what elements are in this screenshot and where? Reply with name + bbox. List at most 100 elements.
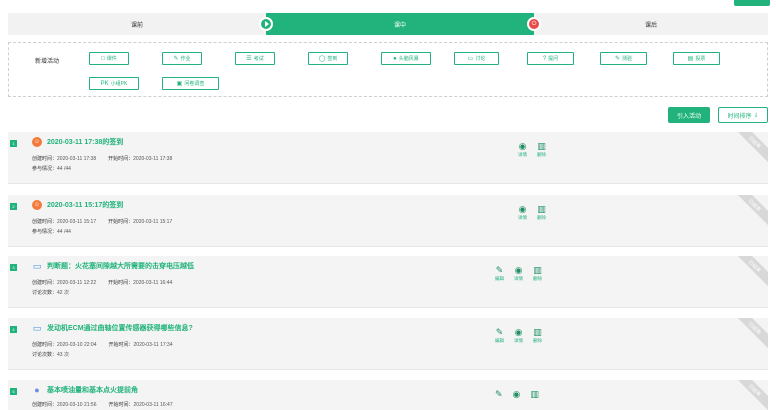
discussion-icon: ▭ [32, 322, 42, 333]
edit-button[interactable]: ✎ 编辑 [495, 266, 504, 282]
delete-label: 删除 [533, 276, 542, 281]
edit-button[interactable]: ✎ 编辑 [495, 328, 504, 344]
exam-button[interactable]: ☰ 考试 [235, 52, 275, 65]
detail-button[interactable]: ◉ [513, 390, 521, 399]
discussion-icon: ▭ [467, 55, 474, 62]
detail-button[interactable]: ◉ 详情 [514, 328, 523, 344]
classroom-activity-page: 课前 课中 ⏻ 课后 新增活动 □ 课件 ✎ 作业 ☰ 考试 ◯ 签到 ● 头脑风暴 ▭ 讨… [0, 0, 776, 410]
quiz-button[interactable]: ✎ 测验 [600, 52, 647, 65]
trash-icon: ▥ [537, 204, 546, 214]
card-title[interactable]: 判断题：火花塞间隙越大所需要的击穿电压越低 [47, 261, 194, 271]
card-title[interactable]: 2020-03-11 15:17的签到 [47, 200, 123, 210]
detail-button[interactable]: ◉ 详情 [514, 266, 523, 282]
start-time: 2020-03-11 15:17 [133, 219, 173, 225]
created-time: 2020-03-11 17:38 [57, 156, 97, 162]
pk-button[interactable]: PK 小组PK [89, 77, 139, 90]
start-label: 开始时间： [108, 342, 134, 348]
tab-before-label: 课前 [130, 22, 143, 29]
activity-card: 2 ☺ 2020-03-11 15:17的签到 创建时间：2020-03-11 … [8, 195, 768, 247]
sign-in-icon: ☺ [32, 200, 42, 210]
delete-button[interactable]: ▥ [530, 390, 539, 399]
power-icon[interactable]: ⏻ [527, 17, 541, 31]
courseware-button[interactable]: □ 课件 [89, 52, 129, 65]
sort-icon: ⇃ [753, 112, 759, 119]
quiz-icon: ✎ [614, 55, 620, 62]
delete-button[interactable]: ▥ 删除 [537, 142, 546, 158]
pk-label: 小组PK [110, 81, 128, 87]
card-number: 4 [10, 326, 17, 333]
trash-icon: ▥ [530, 389, 539, 399]
card-number: 1 [10, 140, 17, 147]
start-label: 开始时间： [108, 280, 134, 286]
question-button[interactable]: ? 提问 [527, 52, 574, 65]
import-activity-button[interactable]: 引入活动 [668, 107, 710, 123]
sign-in-icon: ☺ [32, 137, 42, 147]
vote-button[interactable]: ▤ 投票 [673, 52, 720, 65]
delete-button[interactable]: ▥ 删除 [537, 205, 546, 221]
card-title[interactable]: 基本喷油量和基本点火提前角 [47, 385, 138, 395]
participation-value: 44 /44 [57, 166, 71, 172]
detail-button[interactable]: ◉ 详情 [518, 142, 527, 158]
card-actions: ◉ 详情 ▥ 删除 [518, 142, 546, 158]
detail-label: 详情 [514, 276, 523, 281]
detail-label: 详情 [514, 338, 523, 343]
edit-label: 编辑 [495, 276, 504, 281]
edit-icon: ✎ [495, 265, 504, 275]
tab-during-class[interactable]: 课中 ⏻ [259, 13, 541, 35]
start-label: 开始时间： [108, 219, 134, 225]
survey-label: 问卷调查 [184, 81, 205, 87]
delete-label: 删除 [537, 152, 546, 157]
card-actions: ✎ 编辑 ◉ 详情 ▥ 删除 [495, 266, 542, 282]
question-label: 提问 [548, 56, 559, 62]
delete-label: 删除 [537, 215, 546, 220]
courseware-icon: □ [101, 55, 105, 62]
new-activity-panel: 新增活动 □ 课件 ✎ 作业 ☰ 考试 ◯ 签到 ● 头脑风暴 ▭ 讨论 ? 提问 ✎ 测验 ▤… [8, 42, 768, 97]
homework-button[interactable]: ✎ 作业 [162, 52, 202, 65]
eye-icon: ◉ [518, 141, 527, 151]
card-title-row: ☺ 2020-03-11 17:38的签到 [32, 137, 123, 147]
discussion-button[interactable]: ▭ 讨论 [454, 52, 499, 65]
discussion-count-value: 42 次 [57, 290, 69, 296]
card-discussion-count: 讨论次数：42 次 [32, 289, 69, 296]
created-label: 创建时间： [32, 219, 58, 225]
card-title-row: ● 基本喷油量和基本点火提前角 [32, 385, 138, 395]
survey-button[interactable]: ▣ 问卷调查 [162, 77, 219, 90]
discussion-icon: ▭ [32, 260, 42, 271]
card-actions: ✎ ◉ ▥ [495, 390, 539, 399]
card-times: 创建时间：2020-03-10 22:04 开始时间：2020-03-11 17:… [32, 341, 173, 348]
ended-ribbon: 已结束 [733, 380, 768, 410]
card-title[interactable]: 发动机ECM通过曲轴位置传感器获得哪些信息? [47, 323, 193, 333]
edit-button[interactable]: ✎ [495, 390, 503, 399]
discussion-count-value: 43 次 [57, 352, 69, 358]
tab-before-class[interactable]: 课前 [8, 13, 266, 35]
start-time: 2020-03-11 16:47 [133, 402, 173, 408]
brainstorm-icon: ● [393, 55, 397, 62]
trash-icon: ▥ [533, 265, 542, 275]
ended-ribbon: 已结束 [733, 132, 768, 164]
vote-icon: ▤ [687, 55, 694, 62]
question-icon: ? [542, 55, 547, 62]
created-time: 2020-03-11 15:17 [57, 219, 97, 225]
homework-icon: ✎ [173, 55, 179, 62]
delete-button[interactable]: ▥ 删除 [533, 328, 542, 344]
courseware-label: 课件 [106, 56, 117, 62]
pk-icon: PK [100, 80, 109, 87]
eye-icon: ◉ [514, 327, 523, 337]
activity-card: 1 ☺ 2020-03-11 17:38的签到 创建时间：2020-03-11 … [8, 132, 768, 184]
edit-label: 编辑 [495, 338, 504, 343]
play-icon [259, 17, 273, 31]
detail-button[interactable]: ◉ 详情 [518, 205, 527, 221]
card-participation: 参与情况：44 /44 [32, 228, 71, 235]
card-title[interactable]: 2020-03-11 17:38的签到 [47, 137, 123, 147]
sign-in-button[interactable]: ◯ 签到 [308, 52, 348, 65]
tab-after-class[interactable]: 课后 [534, 13, 768, 35]
delete-button[interactable]: ▥ 删除 [533, 266, 542, 282]
discussion-count-label: 讨论次数： [32, 352, 58, 358]
start-time: 2020-03-11 16:44 [133, 280, 173, 286]
created-time: 2020-03-11 12:22 [57, 280, 97, 286]
brainstorm-button[interactable]: ● 头脑风暴 [381, 52, 431, 65]
card-actions: ◉ 详情 ▥ 删除 [518, 205, 546, 221]
eye-icon: ◉ [512, 389, 521, 399]
top-right-button[interactable] [734, 0, 770, 6]
time-sort-button[interactable]: 时间排序 ⇃ [718, 107, 768, 123]
